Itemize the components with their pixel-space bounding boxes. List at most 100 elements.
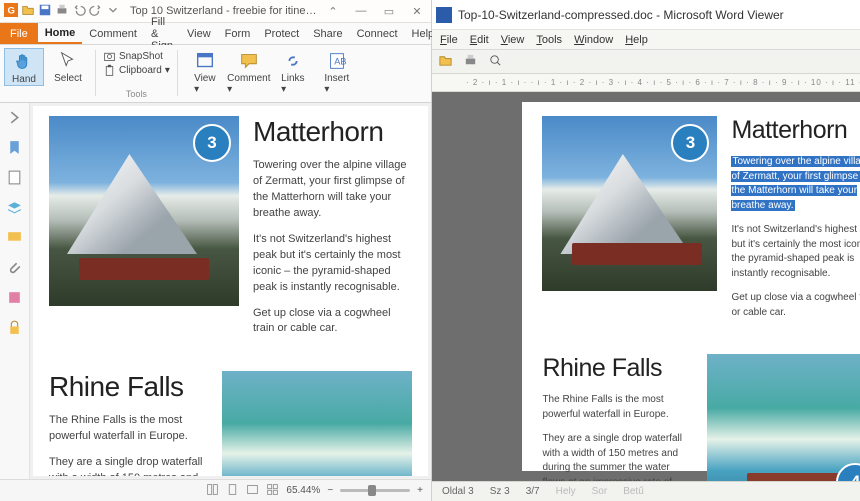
view-mode-icon[interactable]	[206, 483, 219, 499]
matterhorn-image: 3	[49, 116, 239, 306]
heading-rhine-falls: Rhine Falls	[542, 354, 693, 383]
tab-view[interactable]: View	[180, 23, 218, 44]
status-pages: 3/7	[526, 486, 540, 497]
tab-home[interactable]: Home	[38, 23, 83, 44]
body-text: It's not Switzerland's highest peak but …	[253, 232, 412, 296]
document-page: 3 Matterhorn Towering over the alpine vi…	[33, 106, 428, 476]
menu-view[interactable]: View	[501, 34, 525, 46]
foxit-reader-window: G Top 10 Switzerland - freebie for itine…	[0, 0, 432, 501]
security-icon[interactable]	[6, 319, 23, 339]
links-button[interactable]: Links▾	[273, 48, 313, 95]
ribbon-tabs: File Home Comment Fill & Sign View Form …	[0, 23, 431, 45]
tab-form[interactable]: Form	[218, 23, 258, 44]
open-icon[interactable]	[438, 53, 453, 71]
menu-tools[interactable]: Tools	[536, 34, 562, 46]
word-icon	[436, 7, 452, 23]
attachments-icon[interactable]	[6, 259, 23, 279]
print-icon[interactable]	[463, 53, 478, 71]
menu-bar: File Edit View Tools Window Help ×	[432, 30, 860, 50]
insert-button[interactable]: AB Insert▾	[317, 48, 357, 95]
matterhorn-image: 3	[542, 116, 717, 291]
file-tab[interactable]: File	[0, 23, 38, 44]
tab-share[interactable]: Share	[306, 23, 349, 44]
clipboard-tool[interactable]: Clipboard ▾	[103, 64, 170, 77]
view-mode-icon[interactable]	[266, 483, 279, 499]
minimize-button[interactable]: ―	[351, 5, 371, 18]
print-icon[interactable]	[55, 3, 69, 20]
heading-matterhorn: Matterhorn	[731, 116, 860, 145]
status-hely: Hely	[556, 486, 576, 497]
comment-button[interactable]: Comment▾	[229, 48, 269, 95]
status-bar: Oldal 3 Sz 3 3/7 Hely Sor Betű	[432, 481, 860, 501]
zoom-out-button[interactable]: −	[327, 485, 333, 496]
document-page: 3 Matterhorn Towering over the alpine vi…	[522, 102, 860, 471]
bookmarks-icon[interactable]	[6, 139, 23, 159]
zoom-value[interactable]: 65.44%	[286, 485, 320, 496]
status-bar: 65.44% − +	[0, 479, 431, 501]
body-text: They are a single drop waterfall with a …	[542, 432, 693, 481]
document-area[interactable]: 3 Matterhorn Towering over the alpine vi…	[432, 92, 860, 481]
select-tool[interactable]: Select	[48, 48, 88, 84]
window-title: Top-10-Switzerland-compressed.doc - Micr…	[458, 8, 857, 22]
redo-icon[interactable]	[89, 3, 103, 20]
status-betu: Betű	[623, 486, 644, 497]
view-mode-icon[interactable]	[226, 483, 239, 499]
toolbar	[432, 50, 860, 74]
save-icon[interactable]	[38, 3, 52, 20]
rhine-falls-image: 4	[707, 354, 860, 481]
hand-tool[interactable]: Hand	[4, 48, 44, 86]
dropdown-icon[interactable]	[106, 3, 120, 20]
body-text: Get up close via a cogwheel train or cab…	[731, 291, 860, 320]
svg-text:G: G	[8, 5, 15, 16]
body-text: The Rhine Falls is the most powerful wat…	[49, 413, 208, 445]
section-badge-3: 3	[193, 124, 231, 162]
status-sor: Sor	[592, 486, 608, 497]
ribbon: Hand Select SnapShot Clipboard ▾ Tools V…	[0, 45, 431, 103]
app-icon: G	[4, 3, 18, 20]
pages-icon[interactable]	[6, 169, 23, 189]
menu-edit[interactable]: Edit	[470, 34, 489, 46]
ruler[interactable]: · 2 · ı · 1 · ı · · ı · 1 · ı · 2 · ı · …	[432, 74, 860, 92]
zoom-in-button[interactable]: +	[417, 485, 423, 496]
status-page: Oldal 3	[442, 486, 474, 497]
body-text-highlighted: Towering over the alpine village of Zerm…	[731, 155, 860, 213]
undo-icon[interactable]	[72, 3, 86, 20]
close-button[interactable]: ✕	[407, 5, 427, 18]
group-label-tools: Tools	[103, 89, 170, 99]
body-text: The Rhine Falls is the most powerful wat…	[542, 393, 693, 422]
zoom-slider[interactable]	[340, 489, 410, 492]
nav-sidebar	[0, 103, 30, 479]
status-section: Sz 3	[490, 486, 510, 497]
word-viewer-window: Top-10-Switzerland-compressed.doc - Micr…	[432, 0, 860, 501]
rhine-falls-image	[222, 371, 412, 476]
tab-connect[interactable]: Connect	[350, 23, 405, 44]
menu-window[interactable]: Window	[574, 34, 613, 46]
open-icon[interactable]	[21, 3, 35, 20]
section-badge-3: 3	[671, 124, 709, 162]
view-button[interactable]: View▾	[185, 48, 225, 95]
maximize-button[interactable]: ▭	[379, 5, 399, 18]
body-text: It's not Switzerland's highest peak but …	[731, 223, 860, 281]
titlebar: G Top 10 Switzerland - freebie for itine…	[0, 0, 431, 23]
body-text: They are a single drop waterfall with a …	[49, 455, 208, 476]
menu-file[interactable]: File	[440, 34, 458, 46]
body-text: Get up close via a cogwheel train or cab…	[253, 306, 412, 338]
section-badge-4: 4	[836, 463, 860, 481]
ribbon-min-icon[interactable]: ⌃	[323, 5, 343, 18]
tab-fill-sign[interactable]: Fill & Sign	[144, 23, 180, 44]
menu-help[interactable]: Help	[625, 34, 648, 46]
titlebar: Top-10-Switzerland-compressed.doc - Micr…	[432, 0, 860, 30]
zoom-icon[interactable]	[488, 53, 503, 71]
comments-icon[interactable]	[6, 229, 23, 249]
layers-icon[interactable]	[6, 199, 23, 219]
document-area[interactable]: 3 Matterhorn Towering over the alpine vi…	[30, 103, 431, 479]
tab-comment[interactable]: Comment	[82, 23, 144, 44]
snapshot-tool[interactable]: SnapShot	[103, 50, 170, 63]
heading-rhine-falls: Rhine Falls	[49, 371, 208, 403]
expand-icon[interactable]	[6, 109, 23, 129]
tab-protect[interactable]: Protect	[257, 23, 306, 44]
view-mode-icon[interactable]	[246, 483, 259, 499]
signatures-icon[interactable]	[6, 289, 23, 309]
body-text: Towering over the alpine village of Zerm…	[253, 158, 412, 222]
heading-matterhorn: Matterhorn	[253, 116, 412, 148]
